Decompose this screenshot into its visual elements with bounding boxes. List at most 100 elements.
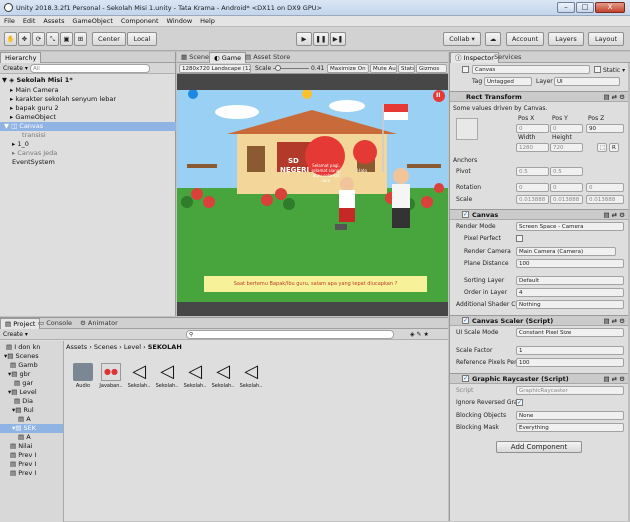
asset-item[interactable]: Audio [70,363,96,389]
hierarchy-item-karakter[interactable]: ▸ karakter sekolah senyum lebar [10,95,116,104]
folder-item[interactable]: ▾▤ Level [8,388,37,397]
folder-item[interactable]: ▤ I don kn [6,343,40,352]
tab-services[interactable]: Services [490,52,525,63]
ignore-reversed-checkbox[interactable]: ✓ [516,399,523,406]
raycaster-enabled-checkbox[interactable]: ✓ [462,375,469,382]
menu-gameobject[interactable]: GameObject [72,16,113,27]
settings-icon[interactable]: ▤ ⇄ ⚙ [603,92,625,102]
asset-item[interactable]: ●● Javaban.. [98,363,124,389]
settings-icon[interactable]: ▤ ⇄ ⚙ [603,374,625,384]
breadcrumb-level[interactable]: Level [124,343,141,351]
step-button[interactable]: ▶❚ [330,32,346,46]
scale-y-field[interactable]: 0.013888 [550,195,583,204]
rotate-tool-icon[interactable]: ⟳ [32,32,45,46]
tab-scene[interactable]: ▦ Scene [177,52,213,63]
breadcrumb-sekolah[interactable]: SEKOLAH [148,343,182,351]
settings-icon[interactable]: ▤ ⇄ ⚙ [603,210,625,220]
tab-asset-store[interactable]: ▤ Asset Store [241,52,294,63]
hierarchy-item-eventsystem[interactable]: EventSystem [12,158,55,167]
rotation-z-field[interactable]: 0 [586,183,624,192]
folder-item[interactable]: ▾▤ Scenes [4,352,39,361]
hand-tool-icon[interactable]: ✋ [4,32,17,46]
menu-help[interactable]: Help [200,16,215,27]
scale-tool-icon[interactable]: ⤡ [46,32,59,46]
active-checkbox[interactable] [462,66,469,73]
hierarchy-item-canvas[interactable]: ▼ ◫ Canvas [0,122,176,131]
blocking-objects-dropdown[interactable]: None [516,411,624,420]
pos-x-field[interactable]: 0 [516,124,549,133]
scene-root-item[interactable]: ▼ ◈ Sekolah Misi 1* [2,76,73,85]
folder-item[interactable]: ▤ A [18,433,31,442]
hierarchy-item-canvas-jeda[interactable]: ▸ Canvas Jeda [12,149,57,158]
object-name-field[interactable]: Canvas [472,65,590,74]
scale-x-field[interactable]: 0.013888 [516,195,549,204]
static-dropdown[interactable]: Static ▾ [603,67,625,74]
blocking-mask-dropdown[interactable]: Everything [516,423,624,432]
plane-distance-field[interactable]: 100 [516,259,624,268]
hierarchy-item-transisi[interactable]: transisi [22,131,46,140]
folder-item[interactable]: ▤ Dia [14,397,33,406]
anchors-label[interactable]: Anchors [453,157,477,164]
order-in-layer-field[interactable]: 4 [516,288,624,297]
tab-console[interactable]: ▭ Console [34,318,76,329]
mute-audio-toggle[interactable]: Mute Audio [370,64,397,73]
anchor-preset-box[interactable] [456,118,478,140]
asset-item[interactable]: ◁ Sekolah.. [126,363,152,390]
game-view[interactable]: SD NEGERI Selamat pagi, selamat siang, a… [177,75,448,316]
menu-component[interactable]: Component [121,16,159,27]
folder-item[interactable]: ▾▤ Rul [12,406,34,415]
hierarchy-item-1-0[interactable]: ▸ 1_0 [12,140,29,149]
create-dropdown[interactable]: Create ▾ [3,65,28,72]
pause-button[interactable]: ❚❚ [313,32,329,46]
folder-item[interactable]: ▾▤ gbr [8,370,30,379]
asset-item[interactable]: ◁ Sekolah.. [182,363,208,390]
folder-item[interactable]: ▤ Prev I [10,451,36,460]
canvas-scaler-enabled-checkbox[interactable]: ✓ [462,317,469,324]
tab-hierarchy[interactable]: Hierarchy [0,52,42,63]
tag-dropdown[interactable]: Untagged [484,77,532,86]
project-create-dropdown[interactable]: Create ▾ [3,331,28,338]
account-dropdown[interactable]: Account [506,32,544,46]
pixel-perfect-checkbox[interactable] [516,235,523,242]
cloud-icon[interactable]: ☁ [485,32,501,46]
layers-dropdown[interactable]: Layers [548,32,584,46]
sorting-layer-dropdown[interactable]: Default [516,276,624,285]
transform-tool-icon[interactable]: ⊞ [74,32,87,46]
layout-dropdown[interactable]: Layout [588,32,624,46]
settings-icon[interactable]: ▤ ⇄ ⚙ [603,316,625,326]
additional-shader-dropdown[interactable]: Nothing [516,300,624,309]
folder-item[interactable]: ▤ Gamb [10,361,38,370]
add-component-button[interactable]: Add Component [496,441,582,453]
pause-game-icon[interactable]: II [436,92,440,99]
play-button[interactable]: ▶ [296,32,312,46]
folder-item-selected[interactable]: ▾▤ SEK [0,424,63,433]
filter-icons[interactable]: ◈ ✎ ★ [410,331,429,338]
folder-item[interactable]: ▤ Nilai [10,442,32,451]
menu-assets[interactable]: Assets [43,16,64,27]
menu-edit[interactable]: Edit [23,16,36,27]
stats-toggle[interactable]: Stats [398,64,415,73]
ui-scale-mode-dropdown[interactable]: Constant Pixel Size [516,328,624,337]
blueprint-mode-button[interactable]: ⬚ [597,143,607,152]
aspect-dropdown[interactable]: 1280x720 Landscape (128) [179,64,251,73]
rect-tool-icon[interactable]: ▣ [60,32,73,46]
height-field[interactable]: 720 [550,143,583,152]
minimize-button[interactable]: – [557,2,575,13]
pivot-x-field[interactable]: 0.5 [516,167,549,176]
graphic-raycaster-header[interactable]: Graphic Raycaster (Script) ▤ ⇄ ⚙ [450,373,628,384]
pos-y-field[interactable]: 0 [550,124,583,133]
maximize-on-play-toggle[interactable]: Maximize On Play [327,64,369,73]
scale-slider-thumb[interactable] [275,65,281,71]
canvas-enabled-checkbox[interactable]: ✓ [462,211,469,218]
pos-z-field[interactable]: 90 [586,124,624,133]
hierarchy-item-bapak-guru[interactable]: ▸ bapak guru 2 [10,104,59,113]
folder-item[interactable]: ▤ A [18,415,31,424]
folder-item[interactable]: ▤ Prev I [10,469,36,478]
asset-item[interactable]: ◁ Sekolah.. [238,363,264,390]
asset-item[interactable]: ◁ Sekolah.. [210,363,236,390]
breadcrumb-scenes[interactable]: Scenes [94,343,117,351]
hierarchy-item-gameobject[interactable]: ▸ GameObject [10,113,56,122]
breadcrumb-assets[interactable]: Assets [66,343,87,351]
rect-transform-header[interactable]: Rect Transform ▤ ⇄ ⚙ [450,91,628,102]
reference-pixels-field[interactable]: 100 [516,358,624,367]
